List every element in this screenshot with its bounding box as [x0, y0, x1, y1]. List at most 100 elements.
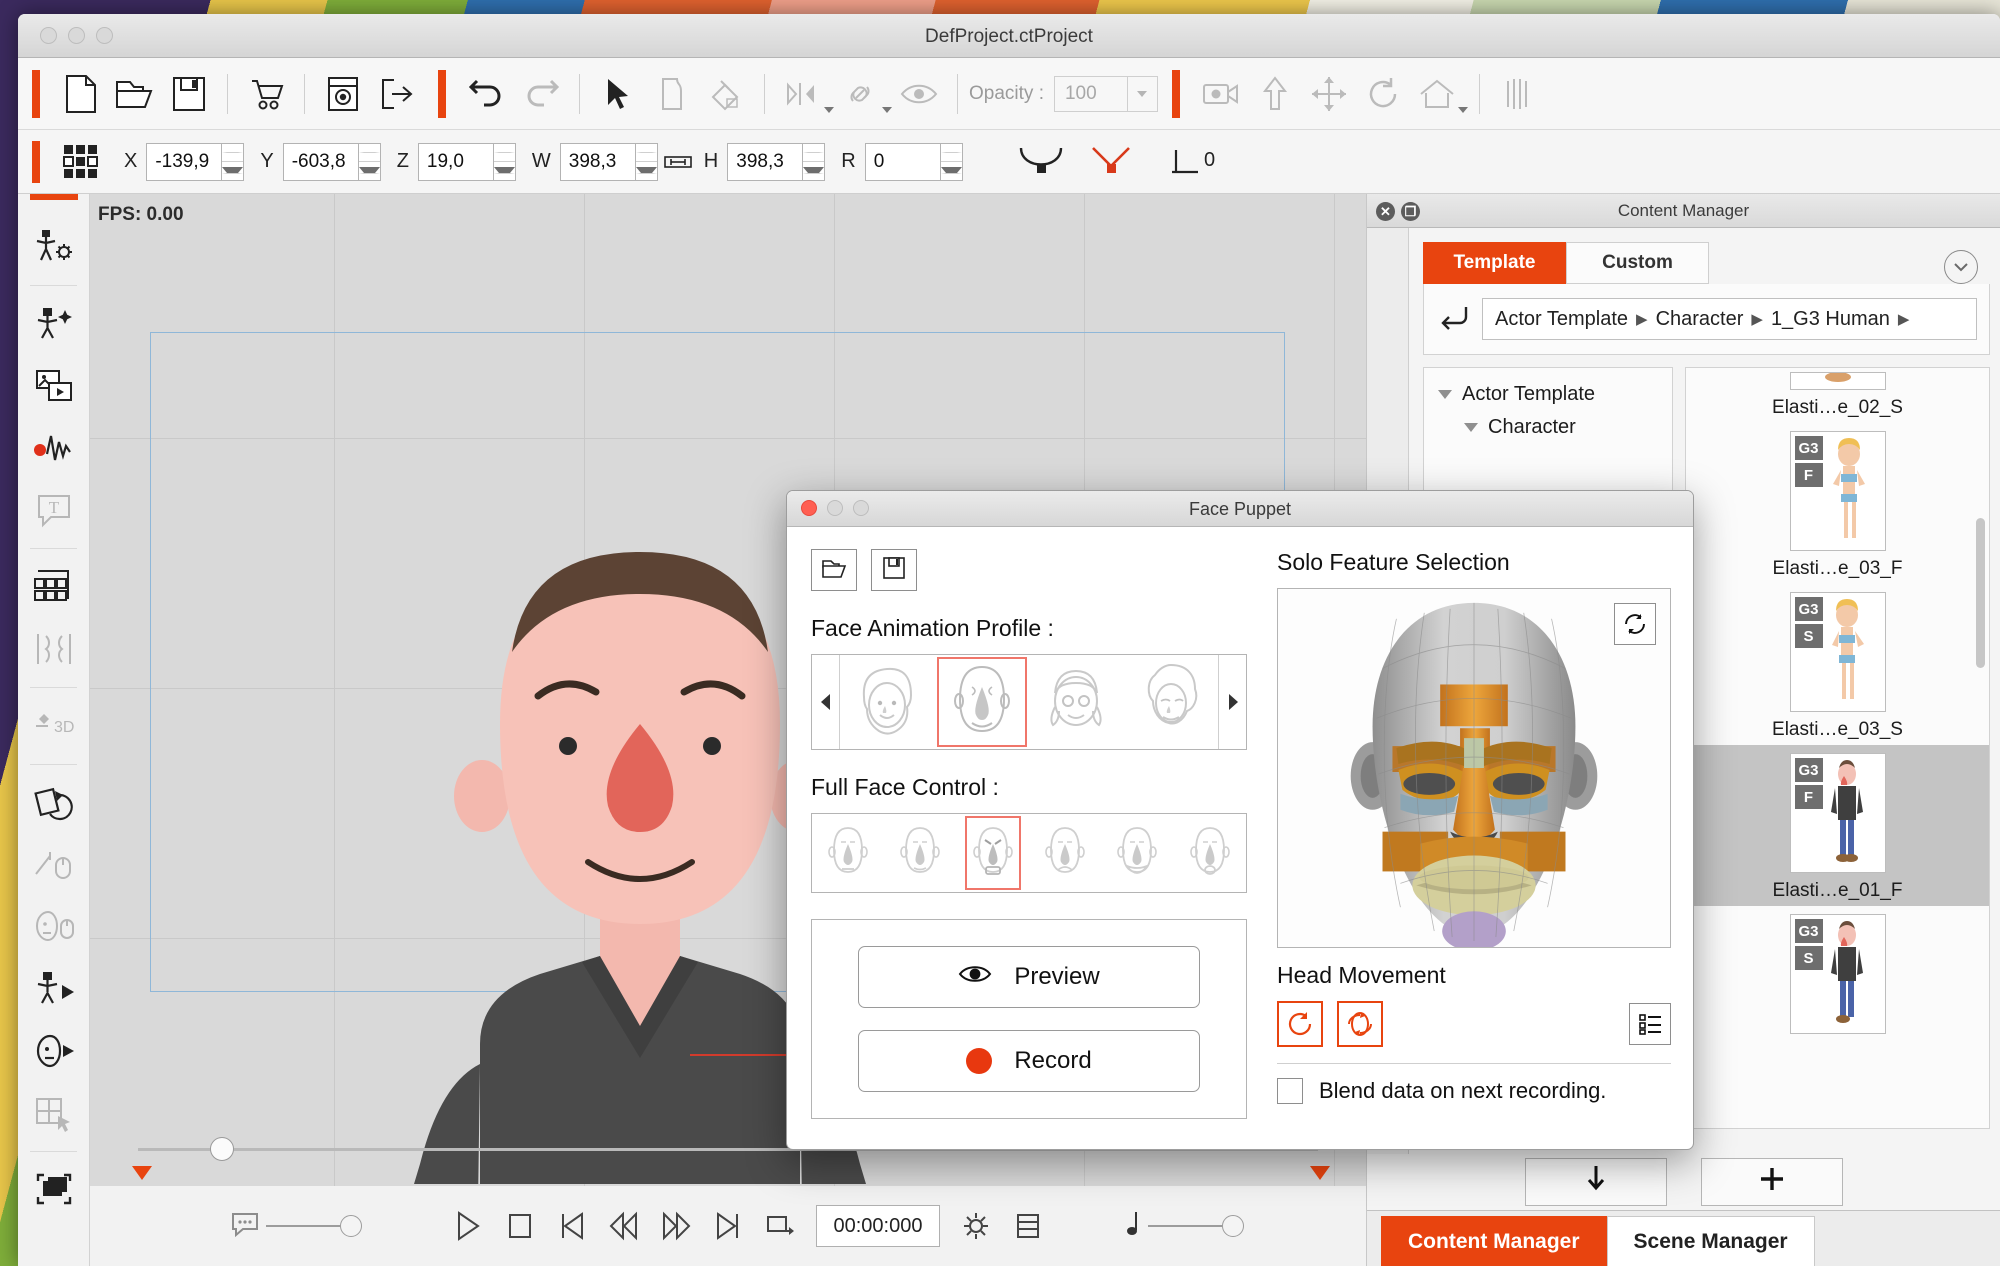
asset-grid[interactable]: Elasti…e_02_S G3 F Elasti…e_03_F G3 S El… [1685, 367, 1990, 1129]
list-item[interactable]: Elasti…e_02_S [1686, 372, 1989, 423]
tree-node-character[interactable]: Character [1424, 411, 1672, 444]
new-document-icon[interactable] [54, 68, 108, 120]
timeline-playhead[interactable] [210, 1137, 234, 1161]
cart-icon[interactable] [239, 68, 293, 120]
next-frame-button[interactable] [702, 1200, 754, 1252]
h-field[interactable] [727, 142, 826, 181]
pivot-grid-icon[interactable] [54, 136, 108, 188]
y-field[interactable] [282, 142, 381, 181]
r-stepper[interactable] [939, 143, 962, 180]
restore-icon[interactable]: ❐ [1401, 202, 1420, 221]
gear-icon[interactable] [950, 1200, 1002, 1252]
link-aspect-icon[interactable] [658, 136, 698, 188]
stop-button[interactable] [494, 1200, 546, 1252]
previous-frame-button[interactable] [546, 1200, 598, 1252]
head-rotate-3d-button[interactable] [1337, 1001, 1383, 1047]
y-input[interactable] [283, 143, 358, 180]
back-arrow-icon[interactable] [1436, 303, 1470, 336]
align-baseline-icon[interactable]: 0 [1146, 136, 1246, 188]
timeline-end-marker[interactable] [1310, 1166, 1330, 1180]
z-stepper[interactable] [492, 143, 515, 180]
sidebar-item-transform[interactable] [18, 772, 89, 834]
next-arrow-icon[interactable] [1218, 655, 1246, 749]
profile-curly-woman[interactable] [1124, 655, 1219, 749]
x-input[interactable] [147, 143, 222, 180]
play-button[interactable] [442, 1200, 494, 1252]
volume-knob[interactable] [1222, 1215, 1244, 1237]
sidebar-item-body-puppet[interactable] [18, 958, 89, 1020]
z-field[interactable] [417, 142, 516, 181]
breadcrumb[interactable]: Actor Template ▶ Character ▶ 1_G3 Human … [1482, 298, 1977, 340]
chevron-down-icon[interactable] [1944, 250, 1978, 284]
curve-black-icon[interactable] [1006, 136, 1076, 188]
list-item[interactable]: G3 S Elasti…e_01_S [1686, 906, 1989, 1067]
open-folder-icon[interactable] [108, 68, 162, 120]
breadcrumb-item-1[interactable]: Character [1656, 308, 1744, 331]
asset-thumbnail[interactable]: G3 S [1789, 914, 1886, 1034]
expression-neutral[interactable] [812, 814, 884, 892]
list-item-selected[interactable]: G3 F Elasti…e_01_F [1686, 745, 1989, 906]
list-item[interactable]: G3 S Elasti…e_03_S [1686, 584, 1989, 745]
sidebar-item-actor-settings[interactable] [18, 216, 89, 278]
blend-data-row[interactable]: Blend data on next recording. [1277, 1078, 1671, 1104]
solo-feature-viewport[interactable] [1277, 588, 1671, 948]
sidebar-item-media[interactable] [18, 355, 89, 417]
face-puppet-dialog[interactable]: Face Puppet Face Animation Profile: Ful… [786, 490, 1694, 1150]
list-icon[interactable] [1002, 1200, 1054, 1252]
list-item[interactable]: G3 F Elasti…e_03_F [1686, 423, 1989, 584]
chevron-down-icon[interactable] [1464, 423, 1478, 432]
record-button[interactable]: Record [858, 1030, 1200, 1092]
h-stepper[interactable] [802, 143, 825, 180]
asset-thumbnail[interactable]: G3 S [1789, 592, 1886, 712]
load-profile-button[interactable] [811, 549, 857, 591]
w-stepper[interactable] [634, 143, 657, 180]
bubble-slider[interactable] [230, 1211, 362, 1242]
speech-bubble-icon[interactable] [230, 1211, 260, 1242]
select-arrow-icon[interactable] [591, 68, 645, 120]
z-input[interactable] [418, 143, 493, 180]
tab-content-manager[interactable]: Content Manager [1381, 1216, 1607, 1266]
dialog-window-controls[interactable] [801, 500, 869, 516]
tab-custom[interactable]: Custom [1566, 242, 1709, 284]
r-input[interactable] [865, 143, 940, 180]
close-icon[interactable]: ✕ [1376, 202, 1395, 221]
rewind-button[interactable] [598, 1200, 650, 1252]
undo-icon[interactable] [460, 68, 514, 120]
volume-slider[interactable] [1124, 1210, 1244, 1243]
w-field[interactable] [559, 142, 658, 181]
bubble-slider-track[interactable] [266, 1225, 340, 1227]
loop-button[interactable] [754, 1200, 806, 1252]
asset-scrollbar[interactable] [1976, 518, 1985, 668]
reset-rotate-icon[interactable] [1614, 603, 1656, 645]
r-field[interactable] [864, 142, 963, 181]
maximize-button[interactable] [853, 500, 869, 516]
head-rotate-z-button[interactable] [1277, 1001, 1323, 1047]
sidebar-item-sprite-grid[interactable] [18, 556, 89, 618]
fast-forward-button[interactable] [650, 1200, 702, 1252]
asset-thumbnail[interactable]: G3 F [1789, 431, 1886, 551]
w-input[interactable] [560, 143, 635, 180]
close-button[interactable] [801, 500, 817, 516]
sidebar-item-layers[interactable] [18, 1159, 89, 1221]
settings-list-icon[interactable] [1629, 1003, 1671, 1045]
preview-button[interactable]: Preview [858, 946, 1200, 1008]
breadcrumb-item-0[interactable]: Actor Template [1495, 308, 1628, 331]
sidebar-item-actor-props[interactable] [18, 293, 89, 355]
asset-thumbnail[interactable] [1789, 372, 1886, 390]
curve-red-icon[interactable] [1076, 136, 1146, 188]
opacity-dropdown-caret[interactable] [1126, 76, 1157, 111]
sidebar-item-face-puppet[interactable] [18, 1020, 89, 1082]
profile-woman-pigtails[interactable] [1029, 655, 1124, 749]
expression-frown[interactable] [1029, 814, 1101, 892]
timeline-start-marker[interactable] [132, 1166, 152, 1180]
tab-template[interactable]: Template [1423, 242, 1566, 284]
timecode-field[interactable]: 00:00:000 [816, 1205, 940, 1247]
x-stepper[interactable] [221, 143, 244, 180]
h-input[interactable] [728, 143, 803, 180]
expression-slight-smile[interactable] [884, 814, 956, 892]
save-profile-button[interactable] [871, 549, 917, 591]
tree-node-actor-template[interactable]: Actor Template [1424, 378, 1672, 411]
expression-angry-open[interactable] [957, 814, 1029, 892]
chevron-down-icon[interactable] [1438, 390, 1452, 399]
save-icon[interactable] [162, 68, 216, 120]
